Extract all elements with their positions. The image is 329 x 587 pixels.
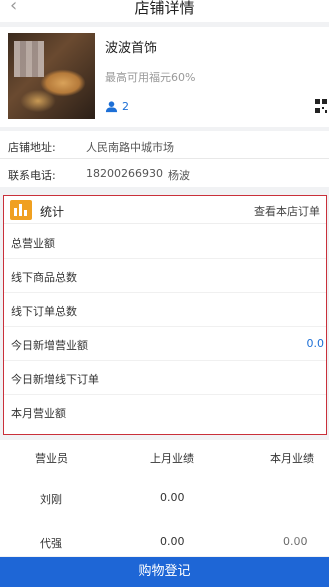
phone-value[interactable]: 18200266930 [86,167,163,180]
address-row: 店铺地址: 人民南路中城市场 [8,139,174,155]
phone-label: 联系电话: [8,169,56,182]
stat-value: 0.0 [306,337,325,350]
staff-table: 营业员 上月业绩 本月业绩 刘刚 0.00 代强 0.00 0.00 [0,440,329,556]
table-cell: 0.00 [160,491,185,504]
stat-label: 线下商品总数 [11,271,77,284]
stat-label: 总营业额 [11,237,55,250]
view-orders-link[interactable]: 查看本店订单 [254,203,320,219]
stat-row: 总营业额 [4,225,326,259]
column-header: 营业员 [35,452,68,465]
blur-overlay [14,41,44,77]
stat-row: 线下商品总数 [4,259,326,293]
divider [0,158,329,159]
shop-info: 店铺地址: 人民南路中城市场 联系电话: 18200266930 杨波 [0,131,329,187]
page-title: 店铺详情 [134,0,195,17]
bar-chart-icon [10,200,32,220]
stat-row: 本月营业额 [4,395,326,429]
table-cell: 0.00 [283,535,308,548]
column-header: 本月业绩 [270,452,314,465]
stats-header: 统计 查看本店订单 [4,196,326,224]
stats-panel: 统计 查看本店订单 总营业额 线下商品总数 线下订单总数 今日新增营业额 0.0… [3,195,327,435]
shopping-register-button[interactable]: 购物登记 [0,557,329,587]
user-count-value: 2 [122,100,129,113]
contact-name: 杨波 [168,169,190,182]
address-label: 店铺地址: [8,141,56,154]
table-cell: 刘刚 [40,493,62,506]
stat-label: 线下订单总数 [11,305,77,318]
stat-row: 线下订单总数 [4,293,326,327]
stat-label: 今日新增线下订单 [11,373,99,386]
stat-row: 今日新增线下订单 [4,361,326,395]
qr-code-icon[interactable] [315,99,327,113]
stat-label: 本月营业额 [11,407,66,420]
user-count[interactable]: 2 [105,100,129,113]
table-cell: 0.00 [160,535,185,548]
table-cell: 代强 [40,537,62,550]
shop-thumbnail [8,33,95,119]
stat-label: 今日新增营业额 [11,339,88,352]
column-header: 上月业绩 [150,452,194,465]
nav-bar: ‹ 店铺详情 [0,0,329,22]
shop-card: 波波首饰 最高可用福元60% 2 [0,27,329,127]
stats-title: 统计 [40,205,65,219]
shop-subtitle: 最高可用福元60% [105,71,196,84]
shop-name: 波波首饰 [105,41,158,56]
phone-row: 联系电话: 18200266930 杨波 [8,167,190,183]
address-value: 人民南路中城市场 [86,141,174,154]
stat-row: 今日新增营业额 0.0 [4,327,326,361]
person-icon [105,101,118,113]
